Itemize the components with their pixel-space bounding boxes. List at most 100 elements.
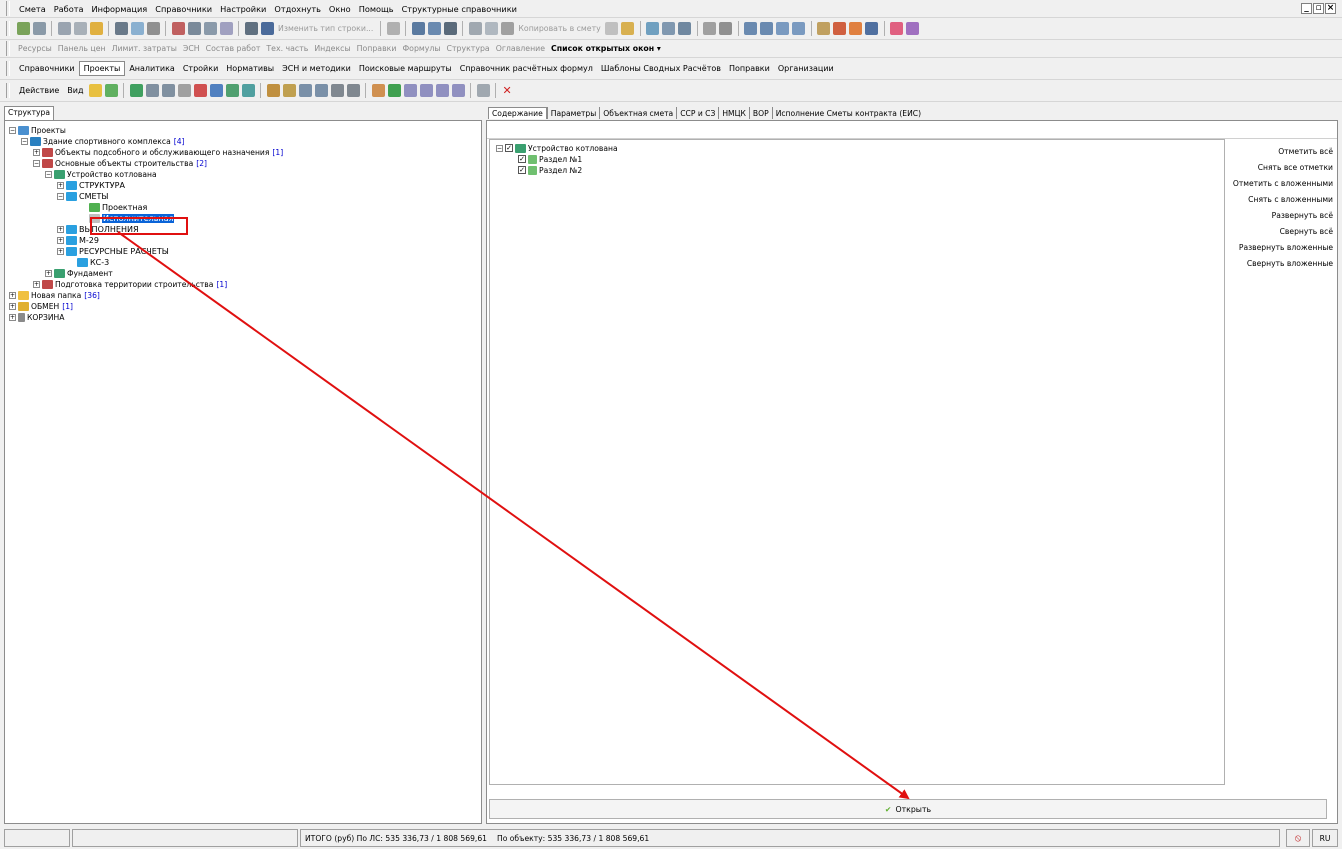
arrow-up-icon[interactable] <box>330 84 344 97</box>
menu-item[interactable]: Справочники <box>151 4 216 14</box>
menu-item[interactable]: Смета <box>15 4 50 14</box>
side-action-button[interactable]: Снять все отметки <box>1258 163 1333 172</box>
report2-icon[interactable] <box>419 84 433 97</box>
open-button[interactable]: ✔ Открыть <box>489 799 1327 819</box>
tree-node-prep[interactable]: + Подготовка территории строительства [1… <box>33 279 227 289</box>
menu-item[interactable]: Помощь <box>355 4 398 14</box>
tree-node-projects[interactable]: − Проекты <box>9 125 66 135</box>
note-icon[interactable] <box>621 22 635 35</box>
truck-icon[interactable] <box>833 22 847 35</box>
tree-node-new-folder[interactable]: + Новая папка [36] <box>9 290 100 300</box>
filter-icon[interactable] <box>703 22 717 35</box>
panel-toggle[interactable]: Формулы <box>399 44 443 53</box>
delete-icon[interactable] <box>386 22 400 35</box>
menu-item[interactable]: Информация <box>88 4 152 14</box>
side-action-button[interactable]: Отметить всё <box>1278 147 1333 156</box>
excel-icon[interactable] <box>387 84 401 97</box>
panel-toggle[interactable]: ЭСН <box>180 44 203 53</box>
expand-icon[interactable]: + <box>9 291 16 299</box>
sort-icon[interactable] <box>443 22 457 35</box>
tree-node-m29[interactable]: + М-29 <box>57 235 99 245</box>
menu-item[interactable]: Окно <box>325 4 355 14</box>
eye-icon[interactable] <box>244 22 258 35</box>
list2-icon[interactable] <box>760 22 774 35</box>
undo-icon[interactable] <box>146 22 160 35</box>
restore-button[interactable]: ▫ <box>1313 3 1324 14</box>
content-tab[interactable]: ССР и СЗ <box>677 108 718 119</box>
nav-tab[interactable]: Нормативы <box>222 62 278 75</box>
list-icon[interactable] <box>744 22 758 35</box>
doc2-icon[interactable] <box>678 22 692 35</box>
panel-toggle[interactable]: Лимит. затраты <box>109 44 180 53</box>
panel-toggle[interactable]: Ресурсы <box>15 44 55 53</box>
collapse-icon[interactable]: − <box>21 137 28 145</box>
paste-icon[interactable] <box>500 22 514 35</box>
export-icon[interactable] <box>411 22 425 35</box>
hat-icon[interactable] <box>849 22 863 35</box>
nav-tab[interactable]: Шаблоны Сводных Расчётов <box>597 62 725 75</box>
copy-icon[interactable] <box>484 22 498 35</box>
panel-toggle[interactable]: Структура <box>444 44 493 53</box>
tree-node-ks3[interactable]: КС-3 <box>77 257 109 267</box>
tree-node-trash[interactable]: + КОРЗИНА <box>9 312 64 322</box>
nav-tab[interactable]: ЭСН и методики <box>278 62 355 75</box>
menu-item[interactable]: Работа <box>50 4 88 14</box>
expand-icon[interactable]: + <box>57 247 64 255</box>
clipboard-icon[interactable] <box>605 22 619 35</box>
object-icon[interactable] <box>193 84 207 97</box>
nav-tab[interactable]: Проекты <box>78 61 126 76</box>
content-tab[interactable]: Объектная смета <box>600 108 676 119</box>
tree-node-sport[interactable]: − Здание спортивного комплекса [4] <box>21 136 185 146</box>
report4-icon[interactable] <box>451 84 465 97</box>
magic-icon[interactable] <box>646 22 660 35</box>
close-button[interactable]: × <box>1325 3 1336 14</box>
tree2-icon[interactable] <box>203 22 217 35</box>
search-icon[interactable] <box>89 22 103 35</box>
nav-tab[interactable]: Аналитика <box>125 62 179 75</box>
panel-toggle[interactable]: Тех. часть <box>263 44 311 53</box>
content-node-sec2[interactable]: ✓ Раздел №2 <box>518 165 582 175</box>
expand-icon[interactable]: + <box>57 225 64 233</box>
expand-icon[interactable]: + <box>45 269 52 277</box>
minimize-button[interactable]: _ <box>1301 3 1312 14</box>
tree-node-foundation[interactable]: + Фундамент <box>45 268 113 278</box>
grid-icon[interactable] <box>73 22 87 35</box>
expand-icon[interactable]: + <box>57 181 64 189</box>
link-icon[interactable] <box>219 22 233 35</box>
side-action-button[interactable]: Развернуть вложенные <box>1239 243 1333 252</box>
stack2-icon[interactable] <box>241 84 255 97</box>
open-windows-dropdown[interactable]: Список открытых окон ▾ <box>548 44 664 53</box>
outdent-icon[interactable] <box>776 22 790 35</box>
nav-tab[interactable]: Стройки <box>179 62 222 75</box>
panel-toggle[interactable]: Поправки <box>354 44 400 53</box>
props-icon[interactable] <box>476 84 490 97</box>
save-icon[interactable] <box>114 22 128 35</box>
close-icon[interactable]: ✕ <box>502 84 511 97</box>
nav-tab[interactable]: Справочник расчётных формул <box>456 62 597 75</box>
checkbox[interactable]: ✓ <box>518 166 526 174</box>
book2-icon[interactable] <box>906 22 920 35</box>
print-icon[interactable] <box>260 22 274 35</box>
content-tab[interactable]: ВОР <box>750 108 772 119</box>
tree-icon[interactable] <box>187 22 201 35</box>
checkbox[interactable]: ✓ <box>518 155 526 163</box>
filter2-icon[interactable] <box>719 22 733 35</box>
report3-icon[interactable] <box>435 84 449 97</box>
arrow-down-icon[interactable] <box>346 84 360 97</box>
expand-icon[interactable]: + <box>9 313 16 321</box>
estimate-icon[interactable] <box>266 84 280 97</box>
nav-tab[interactable]: Поправки <box>725 62 774 75</box>
refresh-icon[interactable] <box>129 84 143 97</box>
collapse-icon[interactable]: − <box>9 126 16 134</box>
collapse-icon[interactable]: − <box>33 159 40 167</box>
refresh-icon[interactable] <box>130 22 144 35</box>
calc-icon[interactable] <box>171 22 185 35</box>
paste-tree-icon[interactable] <box>161 84 175 97</box>
tree-node-exchange[interactable]: + ОБМЕН [1] <box>9 301 73 311</box>
folder-green-icon[interactable] <box>104 84 118 97</box>
section-icon[interactable] <box>298 84 312 97</box>
tree-node-aux[interactable]: + Объекты подсобного и обслуживающего на… <box>33 147 283 157</box>
collapse-icon[interactable]: − <box>45 170 52 178</box>
collapse-icon[interactable]: − <box>57 192 64 200</box>
chart-icon[interactable] <box>817 22 831 35</box>
